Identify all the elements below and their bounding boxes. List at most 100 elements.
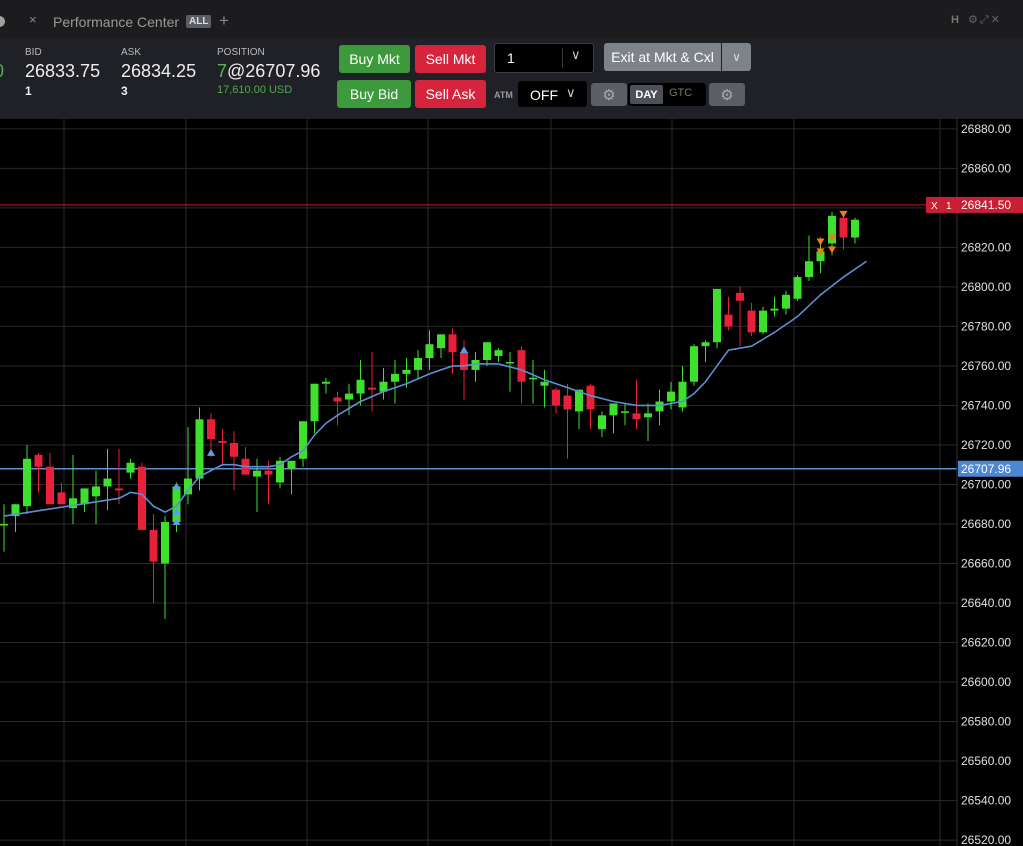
candle-body-down	[149, 529, 158, 562]
exit-dropdown-chevron-icon[interactable]: ∨	[722, 43, 751, 71]
price-lines	[0, 204, 957, 470]
exit-at-market-button[interactable]: Exit at Mkt & Cxl	[604, 43, 721, 71]
price-tick-label: 26680.00	[961, 517, 1011, 531]
candle-body-up	[80, 488, 89, 505]
atm-strategy-value[interactable]: OFF	[530, 87, 558, 103]
tab-bar: × Performance Center ALL + H ⚙⤢✕	[0, 0, 1023, 38]
price-axis[interactable]: 26880.0026860.0026840.0026820.0026800.00…	[926, 119, 1023, 846]
tab-performance-center[interactable]: Performance Center	[53, 14, 179, 30]
price-tick-label: 26640.00	[961, 596, 1011, 610]
candle-body-down	[264, 470, 273, 475]
sell-ask-button[interactable]: Sell Ask	[415, 80, 486, 108]
candle-body-down	[218, 441, 227, 443]
window-link-label[interactable]: H	[951, 14, 959, 26]
time-in-force-toggle: DAY GTC	[628, 83, 706, 106]
candle-body-up	[356, 379, 365, 394]
close-icon[interactable]: ×	[29, 12, 37, 27]
candle-body-down	[632, 413, 641, 420]
tif-settings-gear-icon[interactable]: ⚙	[709, 83, 745, 106]
tif-gtc-option[interactable]: GTC	[669, 87, 692, 99]
buy-market-button[interactable]: Buy Mkt	[339, 45, 410, 73]
candle-body-up	[172, 486, 181, 523]
candle-body-up	[655, 401, 664, 412]
price-tick-label: 26620.00	[961, 636, 1011, 650]
sell-fill-marker	[828, 246, 836, 254]
price-tick-label: 26860.00	[961, 161, 1011, 175]
candle-body-up	[92, 486, 100, 497]
candle-body-up	[782, 294, 790, 309]
candle-body-up	[529, 377, 537, 380]
quantity-value[interactable]: 1	[507, 50, 515, 66]
candle-body-up	[287, 460, 296, 469]
candle-body-up	[701, 342, 710, 347]
buy-fill-marker	[172, 482, 181, 490]
candle-body-up	[414, 358, 422, 370]
candle-body-down	[586, 385, 595, 410]
candle-body-up	[103, 478, 112, 487]
buy-fill-marker	[460, 346, 468, 354]
price-tick-label: 26540.00	[961, 794, 1011, 808]
bid-size: 1	[25, 84, 32, 98]
window-controls: ⚙⤢✕	[968, 13, 1002, 27]
status-dot-icon	[0, 16, 5, 27]
candle-body-down	[46, 466, 54, 505]
candle-body-up	[345, 393, 353, 400]
candlesticks	[0, 211, 859, 619]
order-price-label: 26841.50	[961, 198, 1011, 212]
candle-body-up	[310, 383, 319, 422]
order-cancel-label: X	[931, 201, 938, 212]
instrument-link-badge[interactable]: ALL	[186, 15, 212, 28]
price-tick-label: 26660.00	[961, 556, 1011, 570]
candle-body-up	[494, 350, 503, 357]
add-tab-icon[interactable]: +	[219, 11, 229, 31]
previous-value-stub: 0	[0, 61, 4, 82]
price-tick-label: 26700.00	[961, 477, 1011, 491]
quantity-selector[interactable]: 1 ∨	[494, 43, 594, 73]
candle-body-up	[391, 373, 399, 382]
sell-market-button[interactable]: Sell Mkt	[415, 45, 486, 73]
candle-body-down	[460, 352, 468, 370]
settings-icon[interactable]: ⚙	[968, 14, 980, 26]
price-tick-label: 26820.00	[961, 240, 1011, 254]
candle-body-down	[736, 292, 744, 301]
pin-icon[interactable]: ✕	[991, 14, 1002, 26]
chevron-down-icon[interactable]: ∨	[566, 85, 576, 101]
bid-label: BID	[25, 47, 42, 58]
position-value: 17,610.00 USD	[217, 84, 293, 96]
candle-body-up	[483, 342, 491, 361]
candle-body-up	[161, 522, 169, 564]
chevron-down-icon[interactable]: ∨	[571, 47, 581, 63]
atm-strategy-select[interactable]: OFF ∨	[518, 81, 587, 107]
atm-label: ATM	[494, 90, 513, 100]
ask-label: ASK	[121, 47, 142, 58]
buy-fill-marker	[207, 448, 215, 456]
candle-body-down	[57, 492, 66, 505]
sell-fill-marker	[816, 238, 825, 246]
buy-bid-button[interactable]: Buy Bid	[337, 80, 411, 108]
position-label: POSITION	[217, 47, 265, 58]
candle-body-up	[609, 403, 618, 416]
candle-body-down	[724, 314, 733, 327]
candle-body-up	[425, 344, 434, 359]
popout-icon[interactable]: ⤢	[980, 14, 991, 26]
candle-body-up	[690, 346, 698, 382]
price-chart[interactable]: 26880.0026860.0026840.0026820.0026800.00…	[0, 119, 1023, 846]
position-quantity: 7	[217, 61, 228, 81]
candle-body-up	[253, 470, 261, 477]
candle-body-up	[69, 498, 77, 509]
position-average-price: @26707.96	[227, 61, 321, 81]
candle-body-down	[563, 395, 572, 410]
candle-body-up	[0, 523, 8, 526]
candle-body-up	[713, 288, 721, 343]
price-tick-label: 26800.00	[961, 280, 1011, 294]
candle-body-down	[207, 419, 215, 440]
tif-day-option[interactable]: DAY	[630, 85, 663, 104]
atm-settings-gear-icon[interactable]: ⚙	[591, 83, 627, 106]
candle-body-up	[402, 369, 411, 374]
price-tick-label: 26780.00	[961, 319, 1011, 333]
candle-body-up	[23, 458, 31, 507]
sell-fill-marker	[839, 210, 848, 218]
candle-body-up	[506, 361, 514, 364]
candle-body-down	[34, 454, 43, 467]
candle-body-up	[667, 391, 675, 402]
